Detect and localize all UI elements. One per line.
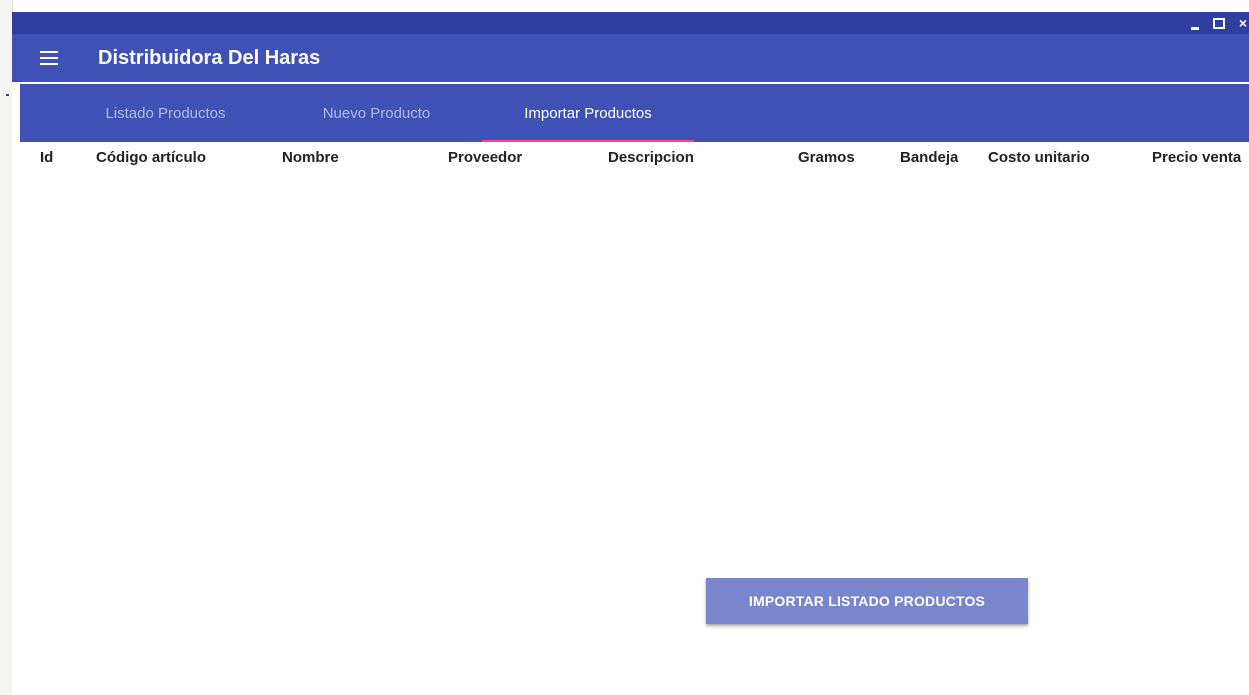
edge-mark (6, 94, 9, 96)
tab-nuevo-producto[interactable]: Nuevo Producto (271, 84, 482, 142)
tab-importar-productos[interactable]: Importar Productos (482, 84, 694, 142)
column-header-precio-venta[interactable]: Precio venta (1152, 149, 1241, 166)
column-header-proveedor[interactable]: Proveedor (448, 149, 608, 166)
hamburger-menu-icon[interactable] (40, 51, 58, 65)
table-header-row: Id Código artículo Nombre Proveedor Desc… (12, 142, 1249, 172)
tab-bar: Listado Productos Nuevo Producto Importa… (20, 84, 1249, 142)
app-window: × Distribuidora Del Haras Listado Produc… (12, 12, 1249, 695)
window-controls: × (1190, 12, 1249, 34)
window-titlebar: × (12, 12, 1249, 34)
minimize-icon[interactable] (1190, 26, 1199, 30)
column-header-id[interactable]: Id (40, 149, 96, 166)
column-header-nombre[interactable]: Nombre (282, 149, 448, 166)
column-header-gramos[interactable]: Gramos (798, 149, 900, 166)
column-header-descripcion[interactable]: Descripcion (608, 149, 798, 166)
app-bar: Distribuidora Del Haras (12, 34, 1249, 82)
column-header-codigo[interactable]: Código artículo (96, 149, 282, 166)
close-icon[interactable]: × (1239, 16, 1247, 30)
tab-listado-productos[interactable]: Listado Productos (60, 84, 271, 142)
app-title: Distribuidora Del Haras (98, 46, 321, 69)
maximize-icon[interactable] (1212, 17, 1225, 29)
import-products-button[interactable]: IMPORTAR LISTADO PRODUCTOS (706, 578, 1028, 624)
column-header-bandeja[interactable]: Bandeja (900, 149, 988, 166)
column-header-costo-unitario[interactable]: Costo unitario (988, 149, 1152, 166)
